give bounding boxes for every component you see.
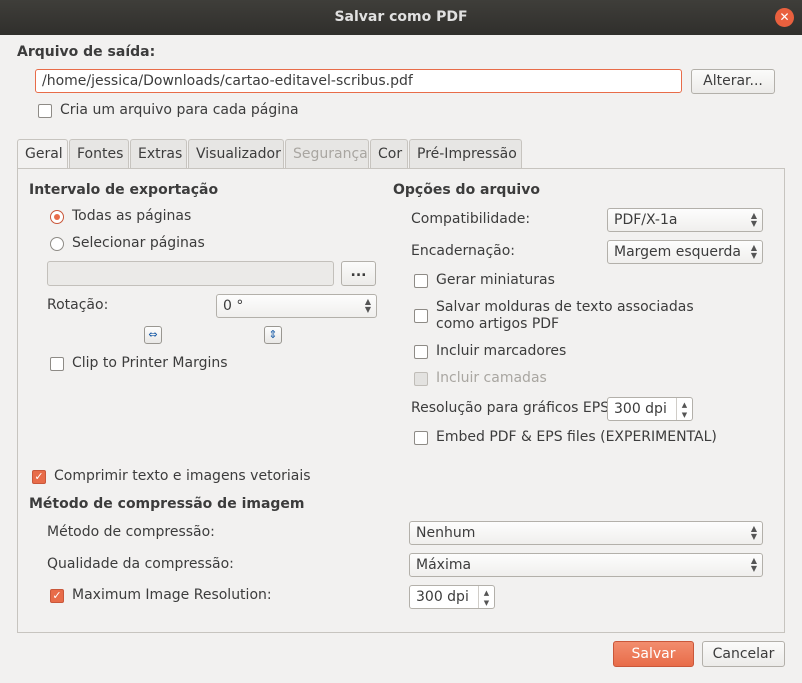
per-page-label: Cria um arquivo para cada página (60, 102, 299, 118)
compatibility-select[interactable]: PDF/X-1a ▲ ▼ (607, 208, 763, 232)
tab-label: Fontes (77, 146, 124, 162)
binding-select[interactable]: Margem esquerda ▲ ▼ (607, 240, 763, 264)
text-frames-label-line1: Salvar molduras de texto associadas (436, 299, 694, 315)
page-browse-button[interactable]: ... (341, 261, 376, 286)
eps-resolution-label: Resolução para gráficos EPS: (411, 400, 614, 416)
updown-arrows-icon: ▲ ▼ (750, 211, 757, 228)
flip-vertical-icon: ⇕ (268, 328, 278, 341)
check-icon: ✓ (52, 589, 62, 602)
rotation-label: Rotação: (47, 297, 109, 313)
compression-quality-select[interactable]: Máxima ▲ ▼ (409, 553, 763, 577)
tab-label: Extras (138, 146, 183, 162)
check-icon: ✓ (34, 470, 44, 483)
image-compression-heading: Método de compressão de imagem (29, 496, 305, 512)
layers-checkbox (414, 372, 428, 386)
binding-label: Encadernação: (411, 243, 516, 259)
flip-horizontal-button[interactable]: ⇔ (144, 326, 162, 344)
updown-arrows-icon: ▲ ▼ (750, 556, 757, 573)
clip-margins-label: Clip to Printer Margins (72, 355, 228, 371)
title-bar: Salvar como PDF ✕ (0, 0, 802, 35)
tab-visualizador[interactable]: Visualizador (188, 139, 284, 169)
layers-label: Incluir camadas (436, 370, 547, 386)
tab-cor[interactable]: Cor (370, 139, 408, 169)
tab-label: Geral (25, 146, 63, 162)
tab-extras[interactable]: Extras (130, 139, 187, 169)
file-options-heading: Opções do arquivo (393, 182, 540, 198)
flip-vertical-button[interactable]: ⇕ (264, 326, 282, 344)
rotation-value: 0 ° (223, 298, 244, 314)
save-button[interactable]: Salvar (613, 641, 694, 667)
close-button[interactable]: ✕ (775, 8, 794, 27)
compress-label: Comprimir texto e imagens vetoriais (54, 468, 311, 484)
tab-seguranca: Segurança (285, 139, 369, 169)
embed-files-checkbox[interactable] (414, 431, 428, 445)
export-range-heading: Intervalo de exportação (29, 182, 219, 198)
per-page-checkbox[interactable] (38, 104, 52, 118)
compression-quality-label: Qualidade da compressão: (47, 556, 234, 572)
max-resolution-value: 300 dpi (416, 589, 469, 605)
all-pages-radio[interactable] (50, 210, 64, 224)
clip-margins-checkbox[interactable] (50, 357, 64, 371)
change-path-button[interactable]: Alterar... (691, 69, 775, 94)
bookmarks-label: Incluir marcadores (436, 343, 567, 359)
flip-horizontal-icon: ⇔ (148, 328, 158, 341)
eps-resolution-spinbox[interactable]: 300 dpi ▲ ▼ (607, 397, 693, 421)
spinner-arrows-icon[interactable]: ▲ ▼ (676, 398, 692, 420)
binding-value: Margem esquerda (614, 244, 742, 260)
compatibility-value: PDF/X-1a (614, 212, 678, 228)
compatibility-label: Compatibilidade: (411, 211, 531, 227)
tab-fontes[interactable]: Fontes (69, 139, 129, 169)
updown-arrows-icon: ▲ ▼ (364, 297, 371, 314)
select-pages-label: Selecionar páginas (72, 235, 205, 251)
output-path-field[interactable]: /home/jessica/Downloads/cartao-editavel-… (35, 69, 682, 93)
updown-arrows-icon: ▲ ▼ (750, 243, 757, 260)
spinner-arrows-icon[interactable]: ▲ ▼ (478, 586, 494, 608)
thumbnails-label: Gerar miniaturas (436, 272, 555, 288)
embed-files-label: Embed PDF & EPS files (EXPERIMENTAL) (436, 429, 717, 445)
tab-geral[interactable]: Geral (17, 139, 68, 170)
max-resolution-label: Maximum Image Resolution: (72, 587, 272, 603)
compression-quality-value: Máxima (416, 557, 472, 573)
thumbnails-checkbox[interactable] (414, 274, 428, 288)
text-frames-checkbox[interactable] (414, 309, 428, 323)
updown-arrows-icon: ▲ ▼ (750, 524, 757, 541)
max-resolution-spinbox[interactable]: 300 dpi ▲ ▼ (409, 585, 495, 609)
compression-method-label: Método de compressão: (47, 524, 215, 540)
all-pages-label: Todas as páginas (72, 208, 192, 224)
bookmarks-checkbox[interactable] (414, 345, 428, 359)
tab-label: Pré-Impressão (417, 146, 517, 162)
compression-method-value: Nenhum (416, 525, 476, 541)
output-file-heading: Arquivo de saída: (17, 44, 156, 60)
close-icon: ✕ (779, 10, 790, 24)
rotation-select[interactable]: 0 ° ▲ ▼ (216, 294, 377, 318)
max-resolution-checkbox[interactable]: ✓ (50, 589, 64, 603)
tab-label: Visualizador (196, 146, 281, 162)
tab-label: Segurança (293, 146, 368, 162)
text-frames-label-line2: como artigos PDF (436, 316, 560, 332)
eps-resolution-value: 300 dpi (614, 401, 667, 417)
select-pages-radio[interactable] (50, 237, 64, 251)
compress-checkbox[interactable]: ✓ (32, 470, 46, 484)
page-range-field[interactable] (47, 261, 334, 286)
compression-method-select[interactable]: Nenhum ▲ ▼ (409, 521, 763, 545)
cancel-button[interactable]: Cancelar (702, 641, 785, 667)
window-title: Salvar como PDF (334, 9, 468, 25)
tab-label: Cor (378, 146, 403, 162)
tab-pre-impressao[interactable]: Pré-Impressão (409, 139, 522, 169)
